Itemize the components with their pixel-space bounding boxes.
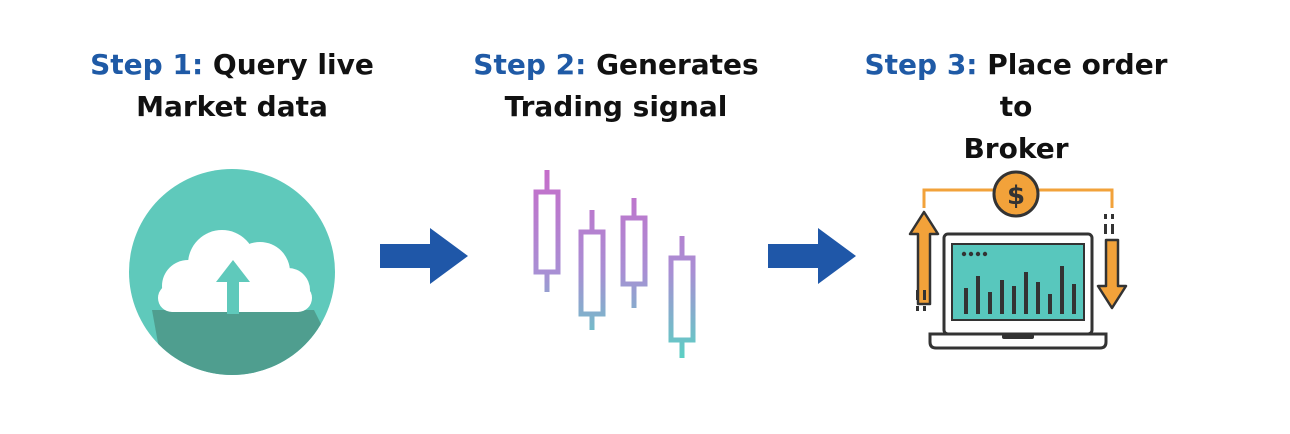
step-2-title: Step 2: Generates Trading signal: [446, 44, 786, 128]
arrow-right-icon: [768, 228, 856, 284]
arrow-down-icon: [1096, 214, 1128, 310]
dollar-coin-icon: $: [992, 170, 1040, 218]
step-2-text-line2: Trading signal: [504, 90, 728, 123]
step-2-text-line1: Generates: [596, 48, 759, 81]
arrow-up-icon: [908, 210, 940, 311]
candlestick-chart-icon: [516, 162, 712, 362]
step-3-title: Step 3: Place order to Broker: [846, 44, 1186, 170]
cloud-upload-icon: [128, 168, 336, 376]
step-1-text-line2: Market data: [136, 90, 328, 123]
step-1-label: Step 1:: [90, 48, 204, 81]
step-1-title: Step 1: Query live Market data: [62, 44, 402, 128]
step-1-text-line1: Query live: [212, 48, 374, 81]
svg-text:$: $: [1007, 181, 1025, 211]
step-3-text-line2: Broker: [963, 132, 1069, 165]
step-3-text-line1: Place order to: [987, 48, 1168, 123]
laptop-trading-icon: $: [898, 166, 1138, 356]
step-3-label: Step 3:: [864, 48, 978, 81]
step-2-label: Step 2:: [473, 48, 587, 81]
arrow-right-icon: [380, 228, 468, 284]
